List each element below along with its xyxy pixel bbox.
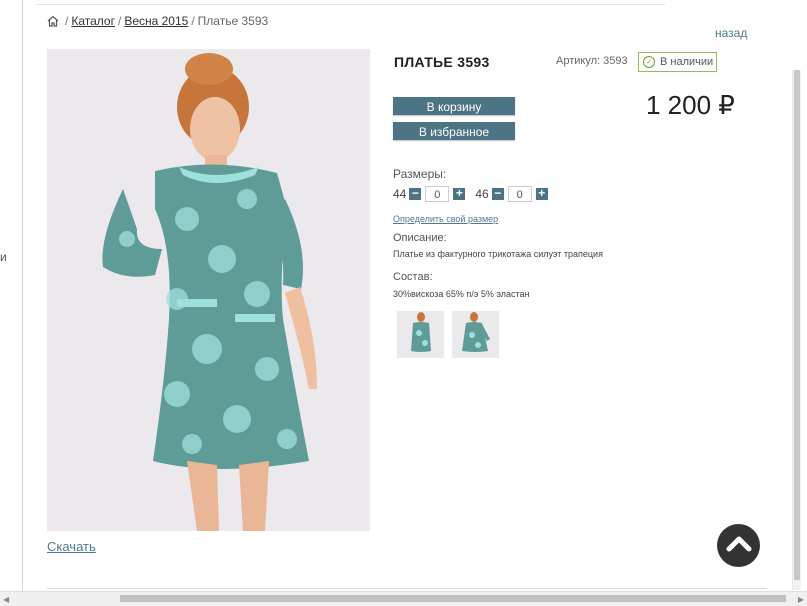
breadcrumb: / Каталог / Весна 2015 / Платье 3593 (47, 14, 268, 28)
product-photo[interactable] (47, 49, 370, 531)
plus-icon[interactable]: + (453, 187, 466, 200)
horizontal-scrollbar[interactable]: ◀ ▶ (0, 591, 807, 606)
top-divider (36, 4, 665, 5)
product-sku: Артикул: 3593 (556, 55, 628, 67)
size-selector: 44 − 0 + 46 − 0 + (393, 186, 548, 202)
product-photo-image (47, 49, 370, 531)
sidebar-edge-text: и (0, 250, 7, 264)
breadcrumb-separator: / (65, 14, 69, 28)
scroll-left-icon[interactable]: ◀ (3, 595, 9, 604)
description-text: Платье из фактурного трикотажа силуэт тр… (393, 249, 603, 259)
product-thumbnail[interactable] (397, 311, 444, 358)
find-size-link[interactable]: Определить свой размер (393, 214, 498, 224)
sizes-label: Размеры: (393, 167, 447, 181)
composition-text: 30%вискоза 65% п/э 5% эластан (393, 289, 530, 299)
size-label: 44 (393, 187, 407, 201)
breadcrumb-current: Платье 3593 (197, 14, 269, 28)
quantity-input[interactable]: 0 (507, 186, 532, 202)
minus-icon[interactable]: − (491, 187, 504, 200)
add-to-cart-button[interactable]: В корзину (393, 97, 515, 115)
left-border (22, 0, 23, 605)
stock-status: В наличии (660, 56, 714, 68)
description-label: Описание: (393, 232, 447, 244)
breadcrumb-separator: / (117, 14, 122, 28)
add-to-favorites-button[interactable]: В избранное (393, 122, 515, 140)
quantity-input[interactable]: 0 (425, 186, 450, 202)
thumbnail-image (452, 311, 499, 358)
stock-badge: ✓ В наличии (638, 52, 717, 72)
vertical-scrollbar-thumb[interactable] (794, 70, 800, 580)
breadcrumb-separator: / (191, 14, 195, 28)
breadcrumb-catalog-link[interactable]: Каталог (71, 14, 115, 28)
minus-icon[interactable]: − (409, 187, 422, 200)
check-circle-icon: ✓ (643, 56, 655, 68)
vertical-scrollbar[interactable] (792, 70, 801, 590)
horizontal-scrollbar-thumb[interactable] (120, 595, 786, 602)
back-link[interactable]: назад (715, 26, 747, 40)
size-label: 46 (475, 187, 489, 201)
scroll-right-icon[interactable]: ▶ (798, 595, 804, 604)
breadcrumb-season-link[interactable]: Весна 2015 (124, 14, 188, 28)
product-price: 1 200 ₽ (646, 90, 735, 120)
scroll-to-top-button[interactable] (717, 524, 760, 567)
product-thumbnail[interactable] (452, 311, 499, 358)
product-title: ПЛАТЬЕ 3593 (394, 54, 490, 70)
thumbnail-image (397, 311, 444, 358)
chevron-up-icon (726, 534, 752, 557)
footer-divider (47, 588, 767, 589)
home-icon[interactable] (47, 15, 59, 27)
plus-icon[interactable]: + (535, 187, 548, 200)
composition-label: Состав: (393, 271, 433, 283)
download-link[interactable]: Скачать (47, 539, 96, 554)
